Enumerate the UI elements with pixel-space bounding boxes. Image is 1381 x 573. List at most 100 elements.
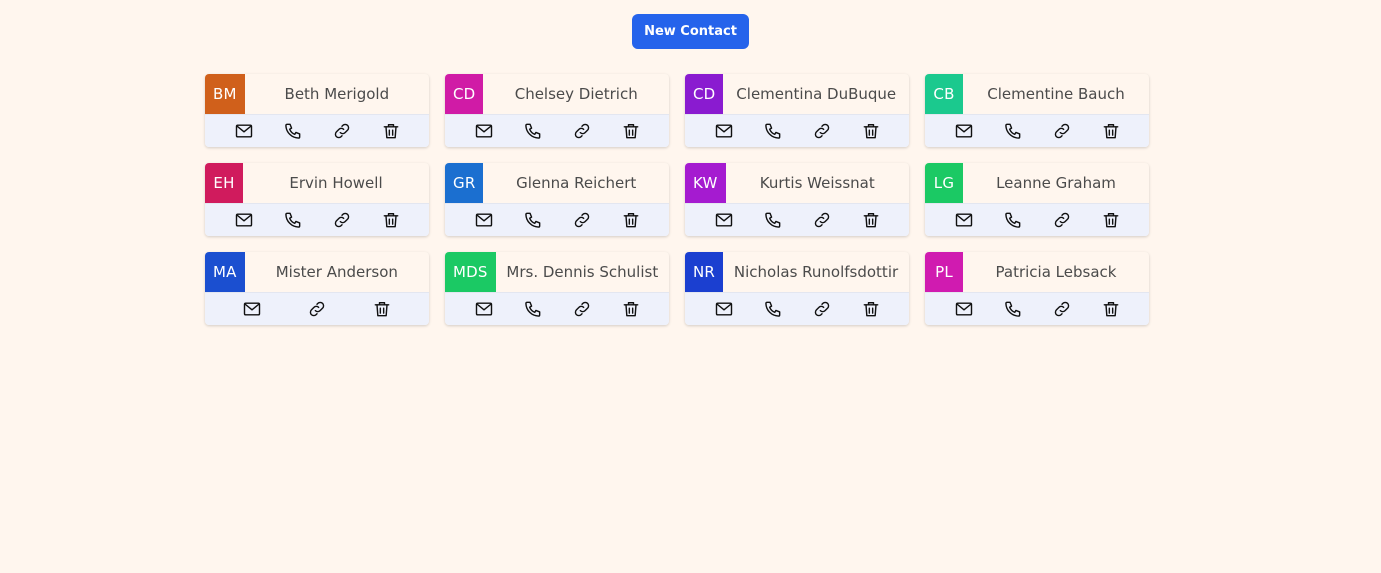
mail-icon	[234, 210, 254, 230]
delete-button[interactable]	[859, 297, 883, 321]
toolbar: New Contact	[0, 14, 1381, 49]
contact-actions	[445, 203, 669, 236]
call-button[interactable]	[281, 208, 305, 232]
link-button[interactable]	[1050, 208, 1074, 232]
avatar: LG	[925, 163, 963, 203]
link-button[interactable]	[570, 297, 594, 321]
trash-icon	[1101, 210, 1121, 230]
email-button[interactable]	[472, 208, 496, 232]
contact-name: Patricia Lebsack	[995, 263, 1117, 281]
call-button[interactable]	[1001, 297, 1025, 321]
delete-button[interactable]	[619, 119, 643, 143]
avatar: EH	[205, 163, 243, 203]
email-button[interactable]	[952, 208, 976, 232]
call-button[interactable]	[1001, 119, 1025, 143]
contact-card: PL Patricia Lebsack	[925, 252, 1149, 325]
contact-card: LG Leanne Graham	[925, 163, 1149, 236]
email-button[interactable]	[232, 119, 256, 143]
phone-icon	[1003, 299, 1023, 319]
link-button[interactable]	[305, 297, 329, 321]
link-button[interactable]	[1050, 297, 1074, 321]
avatar: CD	[445, 74, 484, 114]
link-icon	[572, 121, 592, 141]
contact-card: MA Mister Anderson	[205, 252, 429, 325]
contact-actions	[205, 292, 429, 325]
email-button[interactable]	[240, 297, 264, 321]
email-button[interactable]	[952, 297, 976, 321]
avatar: MA	[205, 252, 245, 292]
link-icon	[307, 299, 327, 319]
contact-card: GR Glenna Reichert	[445, 163, 669, 236]
email-button[interactable]	[472, 297, 496, 321]
mail-icon	[234, 121, 254, 141]
phone-icon	[1003, 121, 1023, 141]
new-contact-button[interactable]: New Contact	[632, 14, 749, 49]
link-icon	[812, 299, 832, 319]
link-button[interactable]	[570, 119, 594, 143]
contact-actions	[445, 292, 669, 325]
contact-name: Kurtis Weissnat	[759, 174, 875, 192]
email-button[interactable]	[712, 119, 736, 143]
avatar: KW	[685, 163, 726, 203]
email-button[interactable]	[952, 119, 976, 143]
link-button[interactable]	[810, 119, 834, 143]
link-icon	[572, 210, 592, 230]
link-button[interactable]	[330, 208, 354, 232]
link-icon	[1052, 210, 1072, 230]
email-button[interactable]	[472, 119, 496, 143]
call-button[interactable]	[281, 119, 305, 143]
delete-button[interactable]	[1099, 297, 1123, 321]
mail-icon	[714, 121, 734, 141]
email-button[interactable]	[232, 208, 256, 232]
delete-button[interactable]	[859, 119, 883, 143]
delete-button[interactable]	[619, 208, 643, 232]
delete-button[interactable]	[370, 297, 394, 321]
link-button[interactable]	[810, 208, 834, 232]
call-button[interactable]	[761, 119, 785, 143]
mail-icon	[714, 210, 734, 230]
contact-card: KW Kurtis Weissnat	[685, 163, 909, 236]
link-button[interactable]	[570, 208, 594, 232]
contact-actions	[205, 114, 429, 147]
phone-icon	[523, 210, 543, 230]
contact-name: Glenna Reichert	[516, 174, 637, 192]
delete-button[interactable]	[619, 297, 643, 321]
mail-icon	[954, 210, 974, 230]
link-button[interactable]	[330, 119, 354, 143]
avatar: CB	[925, 74, 963, 114]
call-button[interactable]	[1001, 208, 1025, 232]
contact-name: Beth Merigold	[284, 85, 390, 103]
delete-button[interactable]	[1099, 208, 1123, 232]
delete-button[interactable]	[379, 208, 403, 232]
delete-button[interactable]	[1099, 119, 1123, 143]
delete-button[interactable]	[859, 208, 883, 232]
link-button[interactable]	[810, 297, 834, 321]
contact-name: Chelsey Dietrich	[514, 85, 638, 103]
delete-button[interactable]	[379, 119, 403, 143]
link-icon	[1052, 121, 1072, 141]
avatar: GR	[445, 163, 484, 203]
avatar: BM	[205, 74, 245, 114]
trash-icon	[861, 210, 881, 230]
email-button[interactable]	[712, 297, 736, 321]
trash-icon	[381, 210, 401, 230]
trash-icon	[1101, 299, 1121, 319]
contact-header: NR Nicholas Runolfsdottir	[685, 252, 909, 292]
contact-header: BM Beth Merigold	[205, 74, 429, 114]
contact-header: MA Mister Anderson	[205, 252, 429, 292]
contact-name: Nicholas Runolfsdottir	[733, 263, 899, 281]
contact-header: KW Kurtis Weissnat	[685, 163, 909, 203]
call-button[interactable]	[521, 297, 545, 321]
link-icon	[572, 299, 592, 319]
phone-icon	[763, 121, 783, 141]
email-button[interactable]	[712, 208, 736, 232]
call-button[interactable]	[521, 208, 545, 232]
contact-name: Ervin Howell	[289, 174, 383, 192]
call-button[interactable]	[761, 208, 785, 232]
link-button[interactable]	[1050, 119, 1074, 143]
call-button[interactable]	[521, 119, 545, 143]
contact-header: GR Glenna Reichert	[445, 163, 669, 203]
trash-icon	[1101, 121, 1121, 141]
call-button[interactable]	[761, 297, 785, 321]
contact-actions	[925, 203, 1149, 236]
